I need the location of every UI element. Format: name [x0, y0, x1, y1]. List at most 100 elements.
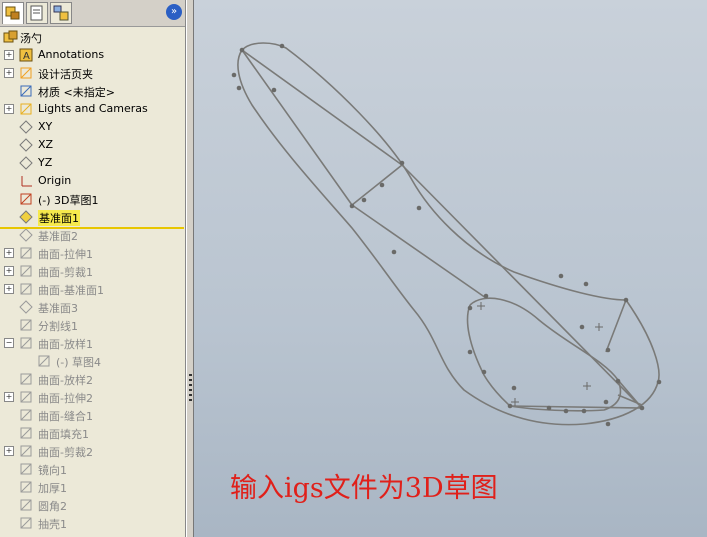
tree-item[interactable]: + 曲面-剪裁1: [0, 262, 185, 280]
expand-toggle[interactable]: +: [4, 284, 14, 294]
feature-tree-icon: [5, 6, 20, 20]
plane-icon: [19, 156, 33, 170]
expand-toggle[interactable]: +: [4, 104, 14, 114]
surface-trim-icon: [20, 445, 32, 457]
surface-extrude-icon: [20, 391, 32, 403]
fillet-icon: [20, 499, 32, 511]
surface-trim-icon: [20, 265, 32, 277]
expand-toggle[interactable]: +: [4, 446, 14, 456]
expand-toggle[interactable]: +: [4, 248, 14, 258]
tree-item[interactable]: 基准面3: [0, 298, 185, 316]
tree-item[interactable]: 曲面-放样2: [0, 370, 185, 388]
rollback-bar[interactable]: [0, 227, 184, 229]
surface-planar-icon: [20, 283, 32, 295]
lights-cameras-icon: [20, 103, 32, 115]
tree-item-label: Origin: [38, 174, 72, 187]
surface-loft-icon: [20, 337, 32, 349]
tree-item[interactable]: 曲面-缝合1: [0, 406, 185, 424]
split-line-icon: [20, 319, 32, 331]
tree-item-label: Annotations: [38, 48, 105, 61]
surface-loft-icon: [20, 373, 32, 385]
part-icon: [3, 30, 18, 43]
tree-item-label: 曲面-放样1: [38, 338, 93, 351]
tree-item[interactable]: 圆角2: [0, 496, 185, 514]
configuration-icon: [53, 5, 69, 21]
tree-item-label: 基准面1: [38, 210, 80, 226]
tree-item[interactable]: 材质 <未指定>: [0, 82, 185, 100]
3d-sketch-icon: [20, 193, 32, 205]
origin-icon: [21, 176, 32, 187]
tree-item[interactable]: YZ: [0, 154, 185, 172]
tree-item-label: 曲面-基准面1: [38, 284, 104, 297]
thicken-icon: [20, 481, 32, 493]
tree-item[interactable]: (-) 3D草图1: [0, 190, 185, 208]
tree-item[interactable]: XZ: [0, 136, 185, 154]
material-icon: [20, 85, 32, 97]
tree-item-label: 分割线1: [38, 320, 78, 333]
mirror-icon: [20, 463, 32, 475]
tree-item-label: 基准面3: [38, 302, 78, 315]
tree-item[interactable]: − 曲面-放样1: [0, 334, 185, 352]
property-sheet-icon: [30, 5, 43, 21]
tree-item[interactable]: 曲面填充1: [0, 424, 185, 442]
tree-item[interactable]: + Lights and Cameras: [0, 100, 185, 118]
splitter-grip[interactable]: [189, 374, 192, 402]
configuration-manager-tab[interactable]: [50, 2, 72, 24]
tree-item[interactable]: 镜向1: [0, 460, 185, 478]
tree-item[interactable]: + 曲面-基准面1: [0, 280, 185, 298]
tree-item[interactable]: XY: [0, 118, 185, 136]
tree-root-label: 汤勺: [20, 32, 42, 45]
plane-icon: [19, 210, 33, 224]
expand-toggle[interactable]: +: [4, 392, 14, 402]
expand-toggle[interactable]: +: [4, 68, 14, 78]
plane-icon: [19, 138, 33, 152]
tree-item-label: 曲面-拉伸2: [38, 392, 93, 405]
graphics-viewport[interactable]: 输入igs文件为3D草图: [194, 0, 707, 537]
plane-icon: [19, 300, 33, 314]
tree-item-label: 圆角2: [38, 500, 67, 513]
tree-item[interactable]: 分割线1: [0, 316, 185, 334]
tree-item[interactable]: + 曲面-拉伸2: [0, 388, 185, 406]
plane-icon: [19, 120, 33, 134]
panel-splitter[interactable]: [186, 0, 194, 537]
spoon-3d-sketch: [231, 42, 662, 427]
sketch-icon: [38, 355, 50, 367]
tree-item-label: 基准面2: [38, 230, 78, 243]
expand-toggle[interactable]: +: [4, 50, 14, 60]
panel-tab-bar: »: [0, 0, 185, 27]
svg-text:A: A: [23, 51, 30, 62]
tree-item[interactable]: 抽壳1: [0, 514, 185, 532]
tree-item[interactable]: + 设计活页夹: [0, 64, 185, 82]
surface-extrude-icon: [20, 247, 32, 259]
tree-item[interactable]: + 曲面-剪裁2: [0, 442, 185, 460]
tree-root[interactable]: 汤勺: [0, 28, 185, 46]
tree-item[interactable]: Origin: [0, 172, 185, 190]
plane-icon: [19, 228, 33, 242]
tree-item-label: 曲面-剪裁1: [38, 266, 93, 279]
feature-manager-panel: » 汤勺 + A Annotations + 设计活页夹 材质 <未指定> + Lights …: [0, 0, 186, 537]
surface-knit-icon: [20, 409, 32, 421]
tree-item-label: XZ: [38, 138, 54, 151]
sketch-points: [231, 43, 662, 427]
tree-item-label: 曲面-剪裁2: [38, 446, 93, 459]
tree-item-label: XY: [38, 120, 53, 133]
tree-item-label: (-) 草图4: [56, 356, 102, 369]
tree-item-label: 曲面-放样2: [38, 374, 93, 387]
tree-item[interactable]: 加厚1: [0, 478, 185, 496]
tree-item-label: 曲面-缝合1: [38, 410, 93, 423]
tree-item[interactable]: 基准面1: [0, 208, 185, 226]
surface-fill-icon: [20, 427, 32, 439]
tree-item-label: YZ: [38, 156, 53, 169]
property-manager-tab[interactable]: [26, 2, 48, 24]
tree-item[interactable]: (-) 草图4: [0, 352, 185, 370]
shell-icon: [20, 517, 32, 529]
tree-item[interactable]: + 曲面-拉伸1: [0, 244, 185, 262]
annotations-icon: A: [19, 48, 33, 62]
expand-toggle[interactable]: +: [4, 266, 14, 276]
tree-item[interactable]: + A Annotations: [0, 46, 185, 64]
tree-item-label: Lights and Cameras: [38, 102, 148, 115]
expand-panel-button[interactable]: »: [166, 4, 182, 20]
caption-text: 输入igs文件为3D草图: [230, 473, 498, 504]
feature-manager-tab[interactable]: [2, 2, 24, 24]
collapse-toggle[interactable]: −: [4, 338, 14, 348]
